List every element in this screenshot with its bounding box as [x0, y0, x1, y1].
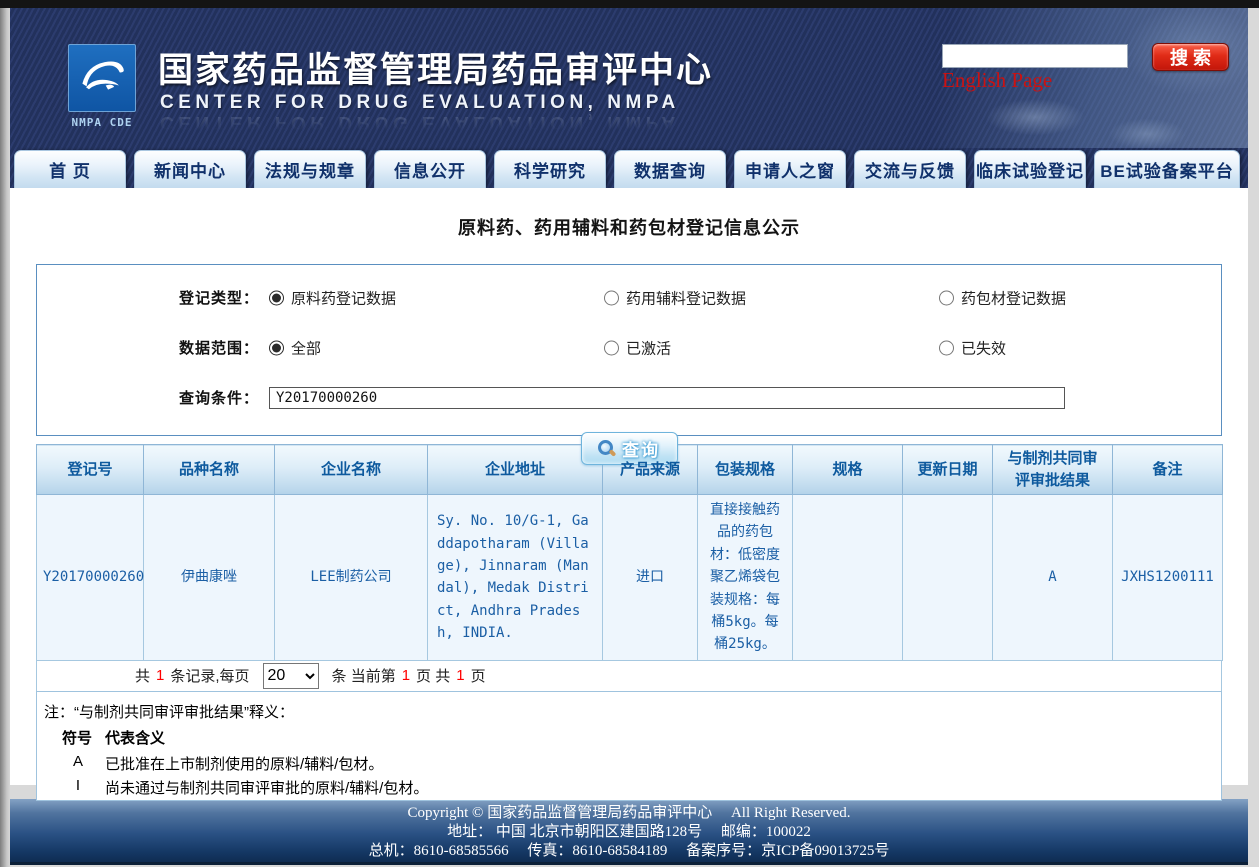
cell-packaging: 直接接触药品的药包材：低密度聚乙烯袋包装规格：每桶5kg。每桶25kg。: [698, 495, 793, 661]
radio-option-packaging-data: 药包材登记数据: [939, 287, 1066, 308]
nav-tab-science-research[interactable]: 科学研究: [494, 150, 606, 188]
site-header: NMPA CDE 国家药品监督管理局药品审评中心 CENTER FOR DRUG…: [10, 8, 1248, 188]
cde-logo-icon: [74, 50, 130, 106]
page-title: 原料药、药用辅料和药包材登记信息公示: [10, 188, 1248, 240]
cell-remark: JXHS1200111: [1113, 495, 1223, 661]
window-top-bar: [0, 0, 1259, 8]
radio-api-data-label: 原料药登记数据: [291, 287, 396, 308]
notes-title: 注：“与制剂共同审评审批结果”释义：: [44, 701, 294, 722]
pagination-text: 条记录,每页: [170, 665, 249, 686]
radio-activated-label: 已激活: [626, 337, 671, 358]
data-range-label: 数据范围：: [37, 337, 259, 358]
nav-tab-data-query[interactable]: 数据查询: [614, 150, 726, 188]
footer-copyright: Copyright © 国家药品监督管理局药品审评中心 All Right Re…: [10, 804, 1248, 823]
radio-all-label: 全部: [291, 337, 321, 358]
query-condition-row: 查询条件：: [37, 379, 1221, 416]
radio-excipient-data[interactable]: [604, 290, 619, 305]
search-icon: [598, 440, 615, 457]
total-records-count: 1: [156, 667, 164, 684]
nav-tab-news[interactable]: 新闻中心: [134, 150, 246, 188]
pagination-text: 页: [471, 665, 486, 686]
site-footer: Copyright © 国家药品监督管理局药品审评中心 All Right Re…: [10, 799, 1248, 862]
radio-all[interactable]: [269, 340, 284, 355]
note-symbol-a: A: [62, 753, 94, 770]
footer-contact: 总机：8610-68585566 传真：8610-68584189 备案序号：京…: [10, 842, 1248, 861]
note-meaning-a: 已批准在上市制剂使用的原料/辅料/包材。: [105, 753, 383, 774]
radio-expired[interactable]: [939, 340, 954, 355]
query-button-label: 查询: [622, 436, 660, 461]
results-table: 登记号 品种名称 企业名称 企业地址 产品来源 包装规格 规格 更新日期 与制剂…: [36, 444, 1223, 661]
notes-symbol-header: 符号: [62, 727, 92, 748]
cell-source: 进口: [603, 495, 698, 661]
radio-option-api-data: 原料药登记数据: [269, 287, 396, 308]
col-header-remark: 备注: [1113, 445, 1223, 495]
radio-api-data[interactable]: [269, 290, 284, 305]
query-condition-label: 查询条件：: [37, 387, 259, 408]
cell-reg-no: Y20170000260: [37, 495, 144, 661]
col-header-company: 企业名称: [275, 445, 428, 495]
nav-tab-communication[interactable]: 交流与反馈: [854, 150, 966, 188]
footer-bottom-line: [10, 862, 1248, 865]
cell-joint-review: A: [993, 495, 1113, 661]
cde-logo: [68, 44, 136, 112]
note-symbol-i: I: [62, 777, 94, 794]
logo-caption: NMPA CDE: [60, 116, 144, 129]
cell-spec: [793, 495, 903, 661]
pagination-text: 页 共: [416, 665, 450, 686]
registration-type-label: 登记类型：: [37, 287, 259, 308]
notes-panel: 注：“与制剂共同审评审批结果”释义： 符号 代表含义 A 已批准在上市制剂使用的…: [36, 691, 1222, 801]
current-page-number: 1: [402, 667, 410, 684]
registration-type-row: 登记类型： 原料药登记数据 药用辅料登记数据 药包材登记数据: [37, 279, 1221, 316]
footer-address: 地址： 中国 北京市朝阳区建国路128号 邮编：100022: [10, 823, 1248, 842]
total-pages-number: 1: [456, 667, 464, 684]
nav-tab-info-disclosure[interactable]: 信息公开: [374, 150, 486, 188]
nav-tab-be-platform[interactable]: BE试验备案平台: [1094, 150, 1240, 188]
site-title-chinese: 国家药品监督管理局药品审评中心: [158, 42, 713, 93]
english-page-link[interactable]: English Page: [942, 68, 1052, 93]
radio-activated[interactable]: [604, 340, 619, 355]
radio-option-all: 全部: [269, 337, 321, 358]
query-condition-input[interactable]: [269, 387, 1065, 409]
col-header-packaging: 包装规格: [698, 445, 793, 495]
cell-company: LEE制药公司: [275, 495, 428, 661]
main-navigation: 首 页 新闻中心 法规与规章 信息公开 科学研究 数据查询 申请人之窗 交流与反…: [10, 150, 1248, 188]
nav-tab-clinical-trial[interactable]: 临床试验登记: [974, 150, 1086, 188]
col-header-update-date: 更新日期: [903, 445, 993, 495]
pagination-text: 共: [135, 665, 150, 686]
page-size-select[interactable]: 20: [263, 663, 319, 689]
col-header-reg-no: 登记号: [37, 445, 144, 495]
header-search-button[interactable]: 搜索: [1152, 43, 1229, 71]
col-header-spec: 规格: [793, 445, 903, 495]
pagination-text: 条 当前第: [332, 665, 396, 686]
radio-option-activated: 已激活: [604, 337, 671, 358]
col-header-product-name: 品种名称: [144, 445, 275, 495]
nav-tab-applicant-window[interactable]: 申请人之窗: [734, 150, 846, 188]
col-header-address: 企业地址: [428, 445, 603, 495]
cell-update-date: [903, 495, 993, 661]
note-meaning-i: 尚未通过与制剂共同审评审批的原料/辅料/包材。: [105, 777, 428, 798]
nav-tab-regulations[interactable]: 法规与规章: [254, 150, 366, 188]
header-search-input[interactable]: [942, 44, 1128, 68]
cell-product-name: 伊曲康唑: [144, 495, 275, 661]
radio-packaging-data[interactable]: [939, 290, 954, 305]
window-left-frame: [0, 8, 10, 867]
query-form-panel: 登记类型： 原料药登记数据 药用辅料登记数据 药包材登记数据: [36, 264, 1222, 436]
radio-excipient-data-label: 药用辅料登记数据: [626, 287, 746, 308]
data-range-row: 数据范围： 全部 已激活 已失效: [37, 329, 1221, 366]
radio-option-excipient-data: 药用辅料登记数据: [604, 287, 746, 308]
site-container: NMPA CDE 国家药品监督管理局药品审评中心 CENTER FOR DRUG…: [10, 8, 1248, 867]
nav-tab-home[interactable]: 首 页: [14, 150, 126, 188]
notes-meaning-header: 代表含义: [105, 727, 165, 748]
radio-expired-label: 已失效: [961, 337, 1006, 358]
pagination-bar: 共1条记录,每页 20 条 当前第1页 共1页: [36, 661, 1222, 691]
radio-packaging-data-label: 药包材登记数据: [961, 287, 1066, 308]
site-title-reflection: CENTER FOR DRUG EVALUATION, NMPA: [160, 111, 680, 133]
main-content: 原料药、药用辅料和药包材登记信息公示 登记类型： 原料药登记数据 药用辅料登记数…: [10, 188, 1248, 785]
table-row: Y20170000260 伊曲康唑 LEE制药公司 Sy. No. 10/G-1…: [37, 495, 1223, 661]
cell-address: Sy. No. 10/G-1, Gaddapotharam (Village),…: [428, 495, 603, 661]
radio-option-expired: 已失效: [939, 337, 1006, 358]
col-header-joint-review: 与制剂共同审评审批结果: [993, 445, 1113, 495]
